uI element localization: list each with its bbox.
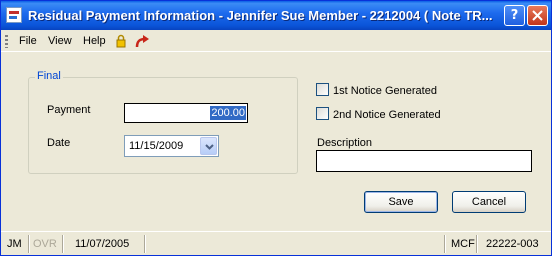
- close-icon: [532, 10, 543, 21]
- menu-bar: File View Help: [1, 30, 551, 52]
- first-notice-label: 1st Notice Generated: [333, 85, 437, 97]
- lock-icon[interactable]: [116, 34, 126, 48]
- date-dropdown-button[interactable]: [200, 137, 217, 155]
- first-notice-checkbox[interactable]: [316, 83, 329, 96]
- status-divider: [444, 235, 446, 253]
- save-button[interactable]: Save: [364, 191, 438, 213]
- status-date: 11/07/2005: [75, 238, 130, 250]
- date-value: 11/15/2009: [129, 140, 184, 152]
- status-divider: [476, 235, 478, 253]
- date-picker[interactable]: 11/15/2009: [124, 135, 219, 157]
- payment-input[interactable]: 200.00: [124, 103, 248, 123]
- redo-arrow-icon[interactable]: [134, 33, 150, 49]
- app-icon: [6, 7, 22, 23]
- menu-view[interactable]: View: [48, 35, 72, 47]
- status-ovr: OVR: [33, 238, 57, 250]
- cancel-button[interactable]: Cancel: [452, 191, 526, 213]
- close-button[interactable]: [527, 5, 548, 26]
- menu-help[interactable]: Help: [83, 35, 106, 47]
- help-button[interactable]: ?: [504, 5, 525, 26]
- status-bar: JM OVR 11/07/2005 MCF 22222-003: [1, 231, 551, 255]
- payment-value: 200.00: [210, 106, 246, 120]
- description-input[interactable]: [316, 150, 532, 172]
- residual-payment-window: Residual Payment Information - Jennifer …: [0, 0, 552, 256]
- status-code: 22222-003: [486, 238, 539, 250]
- toolbar-grip-icon[interactable]: [5, 35, 8, 48]
- menu-file[interactable]: File: [19, 35, 37, 47]
- chevron-down-icon: [205, 144, 214, 150]
- date-label: Date: [47, 137, 71, 149]
- status-divider: [144, 235, 146, 253]
- second-notice-checkbox[interactable]: [316, 107, 329, 120]
- status-mode: MCF: [451, 238, 475, 250]
- second-notice-label: 2nd Notice Generated: [333, 109, 441, 121]
- window-title: Residual Payment Information - Jennifer …: [28, 8, 493, 23]
- final-group-box: [28, 77, 298, 174]
- status-divider: [28, 235, 30, 253]
- title-bar[interactable]: Residual Payment Information - Jennifer …: [1, 1, 551, 30]
- payment-label: Payment: [47, 104, 91, 116]
- final-group-legend: Final: [35, 70, 63, 82]
- description-label: Description: [317, 137, 373, 149]
- status-divider: [62, 235, 64, 253]
- status-user: JM: [7, 238, 22, 250]
